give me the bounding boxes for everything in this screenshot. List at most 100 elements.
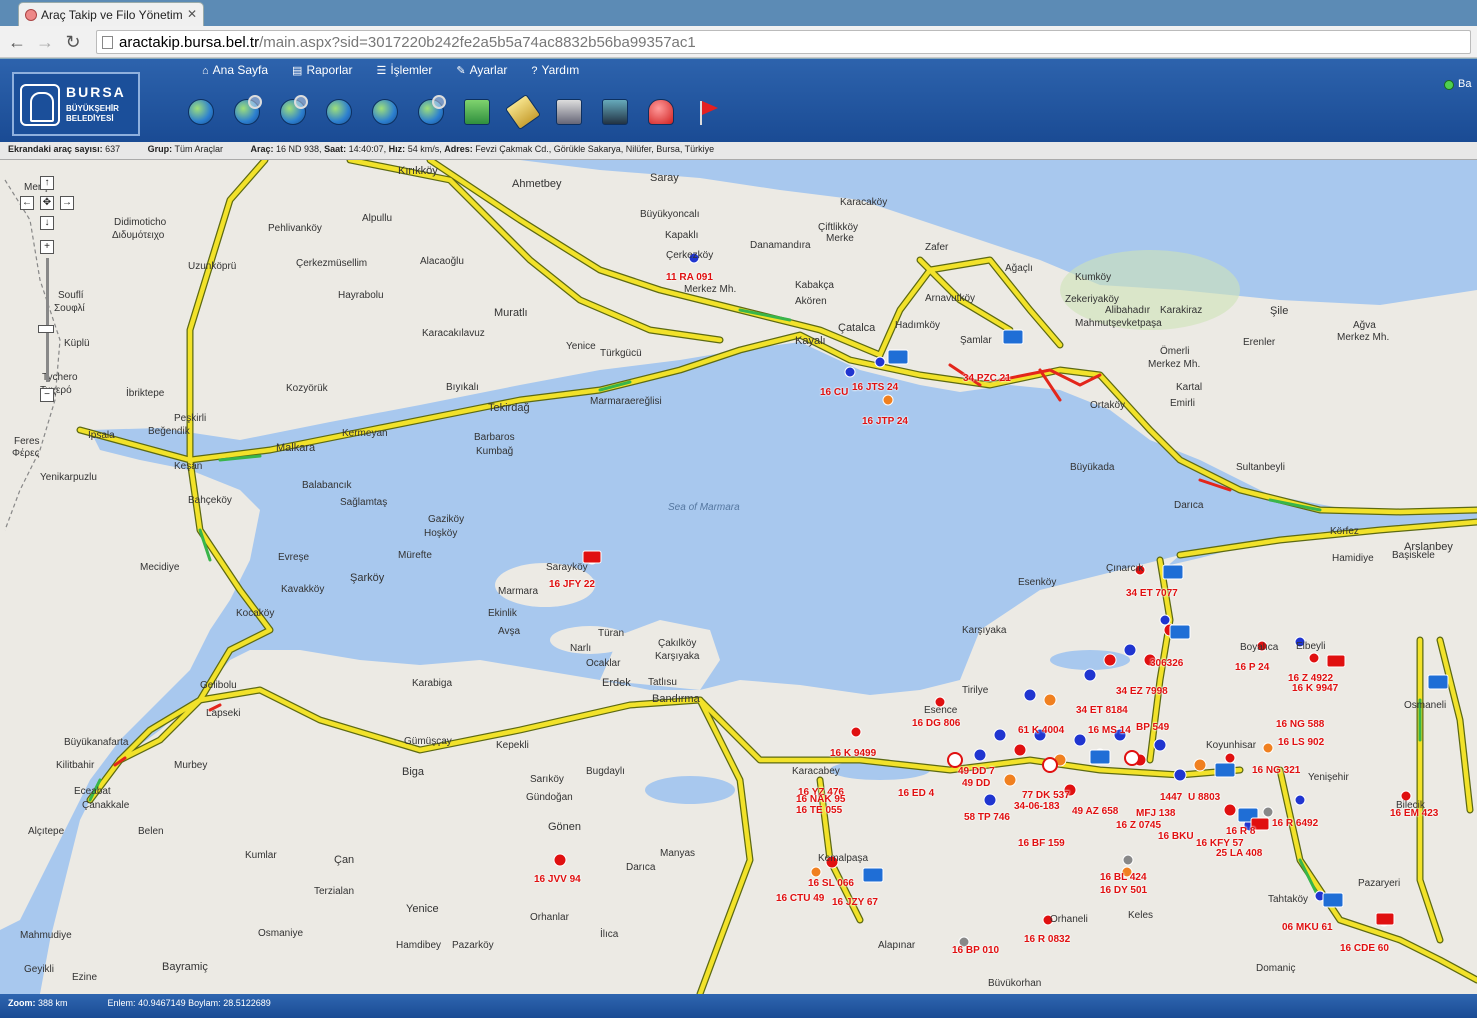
binoculars-button[interactable] — [594, 91, 634, 131]
map-canvas[interactable]: Saray Ahmetbey Kırıkköy Büyükyoncalı Kar… — [0, 160, 1477, 994]
measure-button[interactable] — [502, 91, 542, 131]
menu-yardim[interactable]: ? Yardım — [519, 60, 591, 80]
vehicle-plate[interactable]: 49 DD — [962, 778, 990, 789]
vehicle-plate[interactable]: 16 R 8 — [1226, 826, 1255, 837]
url-input[interactable]: aractakip.bursa.bel.tr/main.aspx?sid=301… — [96, 30, 1471, 54]
vehicle-marker[interactable] — [1223, 803, 1237, 817]
menu-islemler[interactable]: ☰ İşlemler — [364, 60, 444, 80]
menu-raporlar[interactable]: ▤ Raporlar — [280, 60, 364, 80]
print-button[interactable] — [548, 91, 588, 131]
menu-ayarlar[interactable]: ✎ Ayarlar — [444, 60, 519, 80]
truck-marker[interactable] — [1002, 329, 1024, 345]
vehicle-plate[interactable]: 61 K 4004 — [1018, 725, 1064, 736]
vehicle-plate[interactable]: 16 JFY 22 — [549, 579, 595, 590]
vehicle-marker[interactable] — [983, 793, 997, 807]
vehicle-marker[interactable] — [973, 748, 987, 762]
vehicle-plate[interactable]: 16 BL 424 — [1100, 872, 1147, 883]
vehicle-plate[interactable]: 16 NAK 95 — [796, 794, 845, 805]
vehicle-plate[interactable]: BP 549 — [1136, 722, 1169, 733]
vehicle-plate[interactable]: 16 BF 159 — [1018, 838, 1065, 849]
truck-marker[interactable] — [1162, 564, 1184, 580]
close-tab-icon[interactable]: ✕ — [187, 7, 197, 21]
refresh-map-button[interactable] — [364, 91, 404, 131]
vehicle-plate[interactable]: 16 JTS 24 — [852, 382, 898, 393]
vehicle-marker[interactable] — [1159, 614, 1171, 626]
vehicle-marker[interactable] — [1003, 773, 1017, 787]
vehicle-plate[interactable]: MFJ 138 — [1136, 808, 1175, 819]
vehicles-globe-button[interactable] — [180, 91, 220, 131]
vehicle-plate[interactable]: 11 RA 091 — [666, 272, 713, 283]
zoom-in-map-button[interactable]: + — [40, 240, 54, 254]
bursa-logo[interactable]: BURSA BÜYÜKŞEHİR BELEDİYESİ — [12, 72, 140, 136]
vehicle-plate[interactable]: 34 EZ 7998 — [1116, 686, 1168, 697]
vehicle-plate[interactable]: 16 R 0832 — [1024, 934, 1070, 945]
forward-icon[interactable]: → — [34, 31, 56, 53]
vehicle-plate[interactable]: 16 BP 010 — [952, 945, 999, 956]
vehicle-plate[interactable]: 306326 — [1150, 658, 1183, 669]
search-button[interactable] — [410, 91, 450, 131]
vehicle-marker[interactable] — [947, 752, 963, 768]
browser-tab[interactable]: Araç Takip ve Filo Yönetim ✕ — [18, 2, 204, 26]
truck-marker[interactable] — [887, 349, 909, 365]
vehicle-plate[interactable]: 16 NG 588 — [1276, 719, 1324, 730]
vehicle-plate[interactable]: 16 JVV 94 — [534, 874, 581, 885]
vehicle-plate[interactable]: 06 MKU 61 — [1282, 922, 1333, 933]
vehicle-plate[interactable]: 16 CTU 49 — [776, 893, 824, 904]
vehicle-marker[interactable] — [1103, 653, 1117, 667]
vehicle-plate[interactable]: U 8803 — [1188, 792, 1220, 803]
vehicle-plate[interactable]: 49 AZ 658 — [1072, 806, 1118, 817]
vehicle-marker[interactable] — [1193, 758, 1207, 772]
vehicle-marker[interactable] — [1124, 750, 1140, 766]
vehicle-marker[interactable] — [1122, 854, 1134, 866]
vehicle-plate[interactable]: 16 CDE 60 — [1340, 943, 1389, 954]
vehicle-plate[interactable]: 16 LS 902 — [1278, 737, 1324, 748]
vehicle-plate[interactable]: 16 MS 14 — [1088, 725, 1131, 736]
zoom-in-button[interactable] — [226, 91, 266, 131]
vehicle-plate[interactable]: 1447 — [1160, 792, 1182, 803]
vehicle-marker[interactable] — [1042, 757, 1058, 773]
vehicle-plate[interactable]: 16 K 9499 — [830, 748, 876, 759]
vehicle-marker[interactable] — [1308, 652, 1320, 664]
vehicle-marker[interactable] — [1023, 688, 1037, 702]
add-region-button[interactable] — [456, 91, 496, 131]
pan-down-button[interactable]: ↓ — [40, 216, 54, 230]
vehicle-plate[interactable]: 16 DG 806 — [912, 718, 960, 729]
vehicle-plate[interactable]: 34-06-183 — [1014, 801, 1060, 812]
vehicle-plate[interactable]: 16 SL 066 — [808, 878, 854, 889]
reload-icon[interactable]: ↻ — [62, 31, 84, 53]
vehicle-marker[interactable] — [1153, 738, 1167, 752]
pan-right-button[interactable]: → — [60, 196, 74, 210]
vehicle-marker[interactable] — [1294, 794, 1306, 806]
vehicle-marker[interactable] — [1123, 643, 1137, 657]
vehicle-plate[interactable]: 16 Z 0745 — [1116, 820, 1161, 831]
vehicle-plate[interactable]: 34 ET 8184 — [1076, 705, 1128, 716]
truck-marker[interactable] — [1169, 624, 1191, 640]
vehicle-plate[interactable]: 77 DK 537 — [1022, 790, 1070, 801]
vehicle-marker[interactable] — [882, 394, 894, 406]
vehicle-marker[interactable] — [874, 356, 886, 368]
vehicle-plate[interactable]: 16 ED 4 — [898, 788, 934, 799]
vehicle-plate[interactable]: 16 BKU — [1158, 831, 1194, 842]
vehicle-marker[interactable] — [1262, 806, 1274, 818]
alarm-button[interactable] — [640, 91, 680, 131]
truck-marker[interactable] — [1322, 892, 1344, 908]
pan-center-button[interactable]: ✥ — [40, 196, 54, 210]
alert-marker[interactable] — [1375, 912, 1395, 926]
vehicle-plate[interactable]: 16 CU — [820, 387, 848, 398]
vehicle-plate[interactable]: 16 R 6492 — [1272, 818, 1318, 829]
vehicle-marker[interactable] — [553, 853, 567, 867]
menu-ana-sayfa[interactable]: ⌂ Ana Sayfa — [190, 60, 280, 80]
zoom-slider-handle[interactable] — [38, 325, 54, 333]
vehicle-plate[interactable]: 16 K 9947 — [1292, 683, 1338, 694]
vehicle-marker[interactable] — [1043, 693, 1057, 707]
truck-marker[interactable] — [862, 867, 884, 883]
vehicle-marker[interactable] — [810, 866, 822, 878]
zoom-out-button[interactable] — [272, 91, 312, 131]
vehicle-plate[interactable]: 16 P 24 — [1235, 662, 1269, 673]
vehicle-plate[interactable]: 16 JZY 67 — [832, 897, 878, 908]
map-svg[interactable] — [0, 160, 1477, 994]
pan-button[interactable] — [318, 91, 358, 131]
truck-marker[interactable] — [1427, 674, 1449, 690]
vehicle-plate[interactable]: 34 ET 7077 — [1126, 588, 1178, 599]
vehicle-plate[interactable]: 34 PZC 21 — [963, 373, 1011, 384]
